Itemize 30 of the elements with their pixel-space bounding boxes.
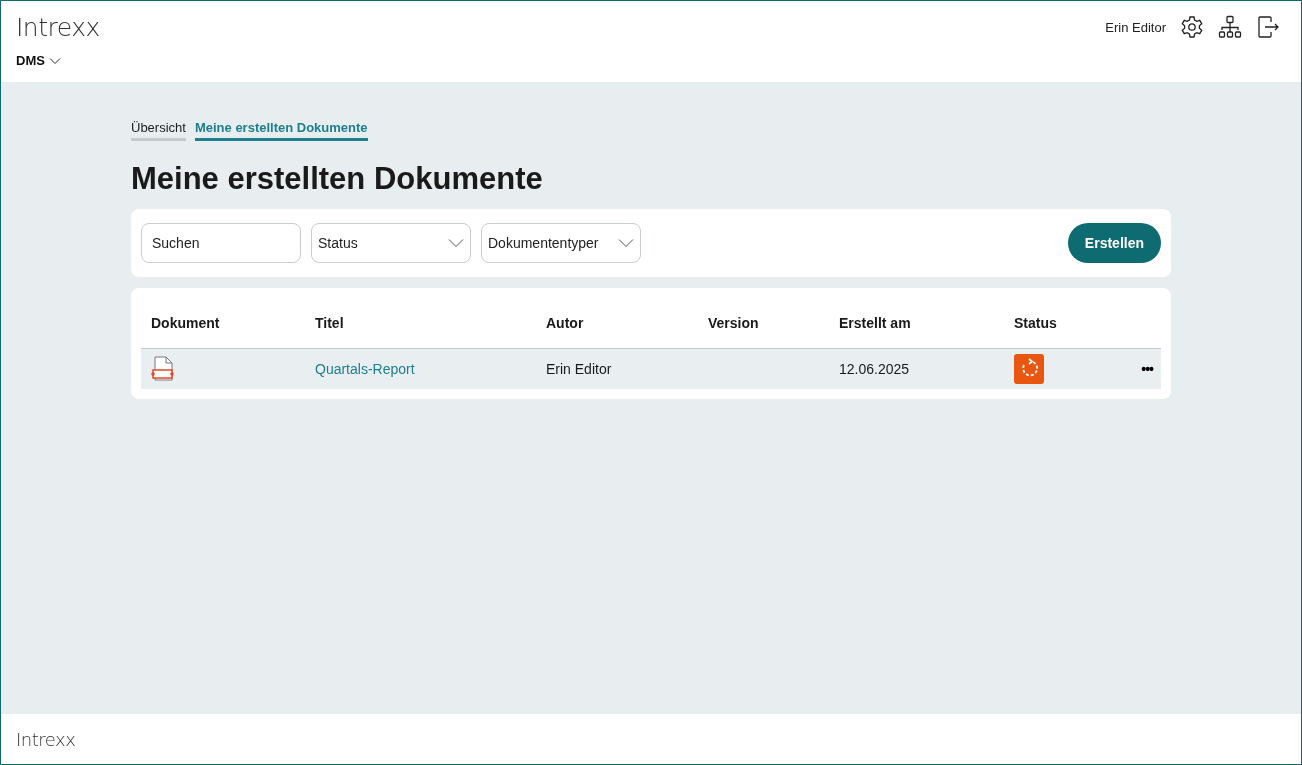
column-header: Status [1014,315,1058,331]
search-field[interactable]: Suchen [141,223,301,263]
column-header: Dokument [151,315,221,331]
logout-icon[interactable] [1256,15,1280,39]
tab[interactable]: Meine erstellten Dokumente [194,118,368,141]
table-cell-text: 12.06.2025 [839,361,911,377]
column-header: Version [708,315,760,331]
tab[interactable]: Übersicht [131,118,186,141]
more-button[interactable]: ••• [1141,361,1153,377]
chevron-down-icon [48,56,61,65]
chevron-down-icon [618,238,634,248]
logo: Intrexx [16,12,100,42]
user-name[interactable]: Erin Editor [1105,19,1166,35]
filter-dropdown[interactable]: Status [311,223,471,263]
create-button[interactable]: Erstellen [1067,223,1161,263]
sitemap-icon[interactable] [1218,15,1242,39]
page-title: Meine erstellten Dokumente [131,161,544,197]
table-row[interactable]: Quartals-Report Erin Editor 12.06.2025 ••• [141,349,1161,389]
document-title-link[interactable]: Quartals-Report [315,361,546,377]
table-cell-text: Erin Editor [546,361,613,377]
status-icon [1014,354,1044,384]
settings-icon[interactable] [1180,15,1204,39]
column-header: Erstellt am [839,315,912,331]
chevron-down-icon [448,238,464,248]
footer-logo: Intrexx [16,728,76,750]
column-header: Autor [546,315,585,331]
column-header: Titel [315,315,345,331]
document-icon [151,356,175,382]
app-menu[interactable]: DMS [16,53,61,68]
filter-dropdown[interactable]: Dokumententyper [481,223,641,263]
